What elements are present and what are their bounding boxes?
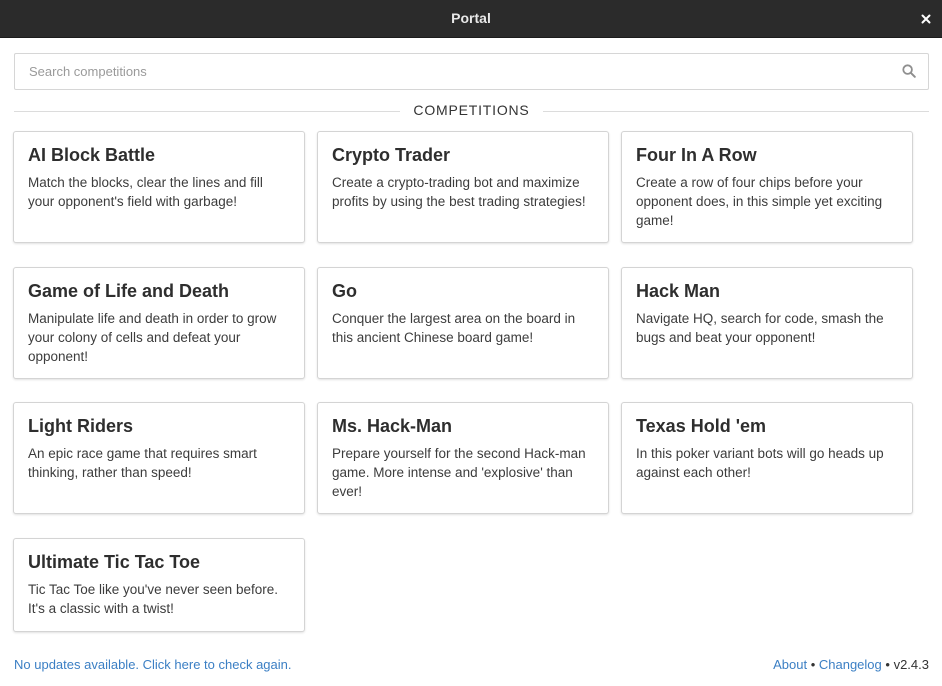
card-title: Hack Man — [636, 281, 721, 301]
competition-card-ms-hack-man[interactable]: Ms. Hack-Man Prepare yourself for the se… — [317, 402, 609, 514]
competition-card-texas-hold-em[interactable]: Texas Hold 'em In this poker variant bot… — [621, 402, 913, 514]
card-title: Light Riders — [28, 416, 134, 436]
version-label: v2.4.3 — [893, 657, 929, 672]
competition-card-ultimate-tic-tac-toe[interactable]: Ultimate Tic Tac Toe Tic Tac Toe like yo… — [13, 538, 305, 632]
card-description: Match the blocks, clear the lines and fi… — [28, 175, 263, 209]
footer-links: About • Changelog • v2.4.3 — [773, 657, 929, 672]
window-title: Portal — [451, 10, 491, 26]
card-description: Conquer the largest area on the board in… — [332, 311, 576, 345]
divider — [543, 111, 929, 112]
card-title: Go — [332, 281, 357, 301]
changelog-link[interactable]: Changelog — [819, 657, 882, 672]
card-description: Create a crypto-trading bot and maximize… — [332, 175, 586, 209]
section-title: COMPETITIONS — [413, 102, 530, 118]
card-title: Ms. Hack-Man — [332, 416, 453, 436]
card-title: AI Block Battle — [28, 145, 156, 165]
competition-card-game-of-life-and-death[interactable]: Game of Life and Death Manipulate life a… — [13, 267, 305, 379]
card-description: Create a row of four chips before your o… — [636, 175, 883, 228]
competition-card-crypto-trader[interactable]: Crypto Trader Create a crypto-trading bo… — [317, 131, 609, 243]
title-bar: Portal — [0, 0, 942, 38]
search-icon[interactable] — [902, 64, 916, 78]
separator: • — [810, 657, 816, 672]
card-title: Four In A Row — [636, 145, 757, 165]
card-description: Tic Tac Toe like you've never seen befor… — [28, 582, 278, 616]
card-title: Ultimate Tic Tac Toe — [28, 552, 201, 572]
competition-card-light-riders[interactable]: Light Riders An epic race game that requ… — [13, 402, 305, 514]
close-icon[interactable] — [914, 7, 938, 31]
card-description: Manipulate life and death in order to gr… — [28, 311, 277, 364]
card-description: Navigate HQ, search for code, smash the … — [636, 311, 884, 345]
card-description: An epic race game that requires smart th… — [28, 446, 257, 480]
card-title: Crypto Trader — [332, 145, 451, 165]
about-link[interactable]: About — [773, 657, 807, 672]
search-input[interactable] — [15, 54, 895, 89]
card-description: Prepare yourself for the second Hack-man… — [332, 446, 586, 499]
separator: • — [885, 657, 890, 672]
competition-card-go[interactable]: Go Conquer the largest area on the board… — [317, 267, 609, 379]
search-box — [14, 53, 929, 90]
card-title: Game of Life and Death — [28, 281, 230, 301]
divider — [14, 111, 400, 112]
competitions-header: COMPETITIONS — [14, 100, 929, 122]
competition-card-hack-man[interactable]: Hack Man Navigate HQ, search for code, s… — [621, 267, 913, 379]
check-updates-link[interactable]: No updates available. Click here to chec… — [14, 657, 292, 672]
card-title: Texas Hold 'em — [636, 416, 766, 436]
competition-card-ai-block-battle[interactable]: AI Block Battle Match the blocks, clear … — [13, 131, 305, 243]
competition-card-four-in-a-row[interactable]: Four In A Row Create a row of four chips… — [621, 131, 913, 243]
card-description: In this poker variant bots will go heads… — [636, 446, 884, 480]
